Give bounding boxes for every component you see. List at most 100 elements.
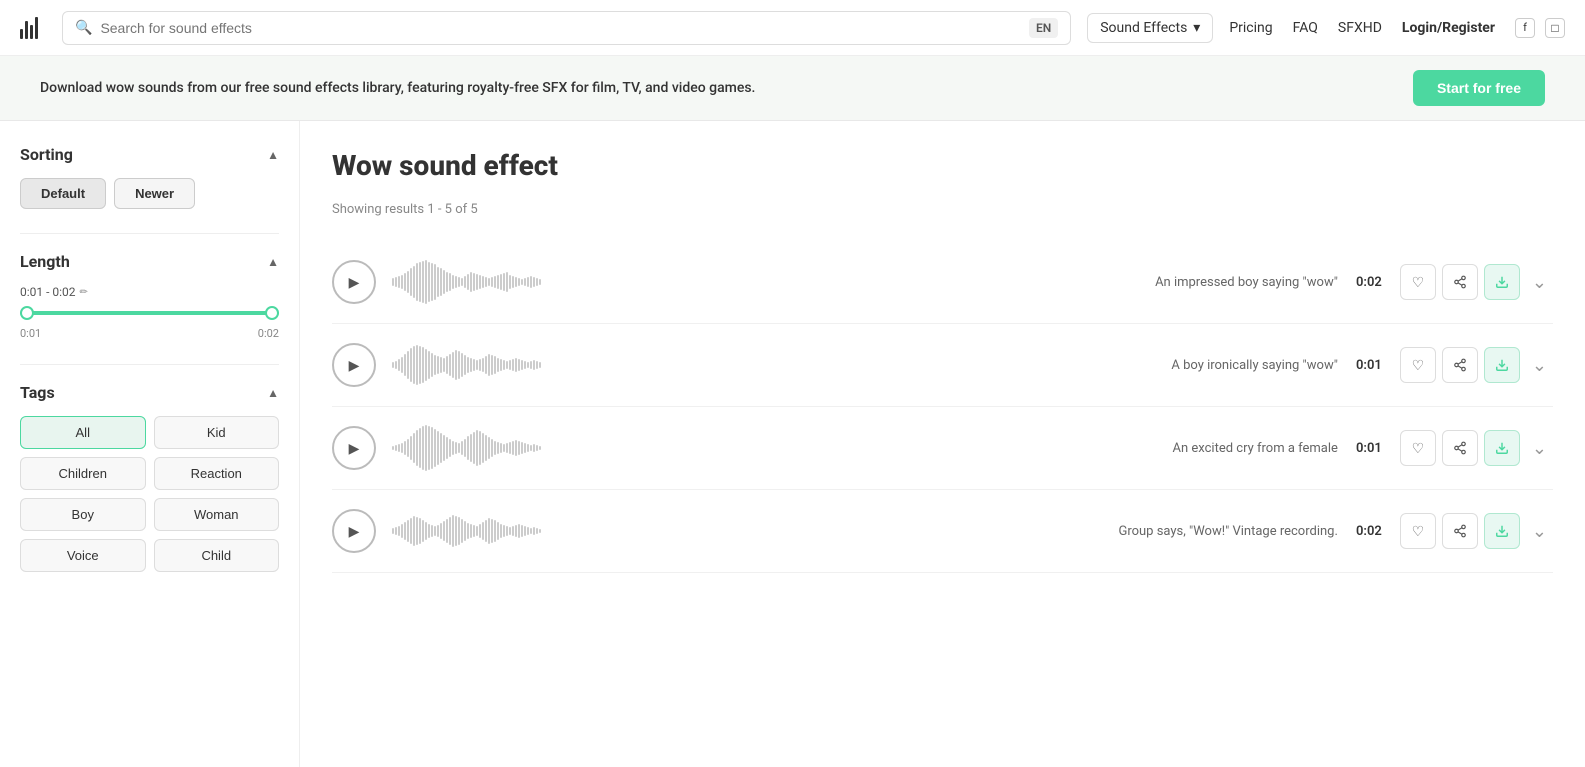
favorite-button-1[interactable]: ♡ (1400, 264, 1436, 300)
tag-voice-button[interactable]: Voice (20, 539, 146, 572)
nav-pricing[interactable]: Pricing (1229, 20, 1272, 36)
download-button-4[interactable] (1484, 513, 1520, 549)
banner-text: Download wow sounds from our free sound … (40, 80, 755, 96)
slider-labels: 0:01 0:02 (20, 327, 279, 340)
sound-duration-1: 0:02 (1354, 275, 1384, 290)
nav-links: Pricing FAQ SFXHD Login/Register f □ (1229, 18, 1565, 38)
play-button-3[interactable]: ▶ (332, 426, 376, 470)
waveform-4 (392, 506, 1102, 556)
action-buttons-2: ♡⌄ (1400, 347, 1553, 383)
sorting-chevron-icon: ▲ (267, 148, 279, 162)
sorting-title: Sorting (20, 145, 73, 164)
search-icon: 🔍 (75, 20, 92, 36)
share-button-2[interactable] (1442, 347, 1478, 383)
facebook-icon[interactable]: f (1515, 18, 1535, 38)
tag-reaction-button[interactable]: Reaction (154, 457, 280, 490)
favorite-button-3[interactable]: ♡ (1400, 430, 1436, 466)
sound-description-1: An impressed boy saying "wow" (1138, 275, 1338, 290)
slider-fill (20, 311, 279, 315)
slider-thumb-min[interactable] (20, 306, 34, 320)
length-slider[interactable] (20, 311, 279, 315)
sound-effects-label: Sound Effects (1100, 20, 1187, 36)
play-button-1[interactable]: ▶ (332, 260, 376, 304)
slider-max-label: 0:02 (258, 327, 279, 340)
action-buttons-3: ♡⌄ (1400, 430, 1553, 466)
sort-newer-button[interactable]: Newer (114, 178, 195, 209)
waveform-1 (392, 257, 1122, 307)
tag-kid-button[interactable]: Kid (154, 416, 280, 449)
social-icons: f □ (1515, 18, 1565, 38)
sort-buttons: Default Newer (20, 178, 279, 209)
content-area: Wow sound effect Showing results 1 - 5 o… (300, 121, 1585, 767)
nav-sfxhd[interactable]: SFXHD (1338, 20, 1382, 36)
length-header: Length ▲ (20, 252, 279, 271)
play-button-2[interactable]: ▶ (332, 343, 376, 387)
waveform-3 (392, 423, 1122, 473)
sound-item-3: ▶An excited cry from a female0:01♡⌄ (332, 407, 1553, 490)
sound-item-2: ▶A boy ironically saying "wow"0:01♡⌄ (332, 324, 1553, 407)
expand-button-3[interactable]: ⌄ (1526, 434, 1553, 463)
share-button-1[interactable] (1442, 264, 1478, 300)
tags-chevron-icon: ▲ (267, 386, 279, 400)
download-button-3[interactable] (1484, 430, 1520, 466)
sort-default-button[interactable]: Default (20, 178, 106, 209)
tags-title: Tags (20, 383, 55, 402)
header: 🔍 EN Sound Effects ▾ Pricing FAQ SFXHD L… (0, 0, 1585, 56)
main-layout: Sorting ▲ Default Newer Length ▲ 0:01 - … (0, 121, 1585, 767)
slider-thumb-max[interactable] (265, 306, 279, 320)
divider-length-tags (20, 364, 279, 365)
page-title: Wow sound effect (332, 149, 1553, 182)
tag-children-button[interactable]: Children (20, 457, 146, 490)
results-count: Showing results 1 - 5 of 5 (332, 202, 1553, 217)
sound-item-1: ▶An impressed boy saying "wow"0:02♡⌄ (332, 241, 1553, 324)
share-button-3[interactable] (1442, 430, 1478, 466)
edit-icon[interactable]: ✏ (80, 287, 88, 298)
tag-all-button[interactable]: All (20, 416, 146, 449)
share-button-4[interactable] (1442, 513, 1478, 549)
search-input[interactable] (100, 20, 1021, 36)
instagram-icon[interactable]: □ (1545, 18, 1565, 38)
banner: Download wow sounds from our free sound … (0, 56, 1585, 121)
sound-duration-4: 0:02 (1354, 524, 1384, 539)
sound-list: ▶An impressed boy saying "wow"0:02♡⌄▶A b… (332, 241, 1553, 573)
sorting-header: Sorting ▲ (20, 145, 279, 164)
tag-woman-button[interactable]: Woman (154, 498, 280, 531)
search-box: 🔍 EN (62, 11, 1071, 45)
chevron-down-icon: ▾ (1193, 20, 1200, 36)
expand-button-4[interactable]: ⌄ (1526, 517, 1553, 546)
slider-track (20, 311, 279, 315)
logo[interactable] (20, 17, 38, 39)
tags-section: Tags ▲ AllKidChildrenReactionBoyWomanVoi… (20, 383, 279, 572)
favorite-button-4[interactable]: ♡ (1400, 513, 1436, 549)
sorting-section: Sorting ▲ Default Newer (20, 145, 279, 209)
length-range-label: 0:01 - 0:02 ✏ (20, 285, 279, 299)
tag-boy-button[interactable]: Boy (20, 498, 146, 531)
tags-header: Tags ▲ (20, 383, 279, 402)
language-badge[interactable]: EN (1029, 18, 1058, 38)
length-title: Length (20, 252, 70, 271)
sound-duration-2: 0:01 (1354, 358, 1384, 373)
sound-duration-3: 0:01 (1354, 441, 1384, 456)
favorite-button-2[interactable]: ♡ (1400, 347, 1436, 383)
sound-description-3: An excited cry from a female (1138, 441, 1338, 456)
download-button-1[interactable] (1484, 264, 1520, 300)
start-free-button[interactable]: Start for free (1413, 70, 1545, 106)
nav-faq[interactable]: FAQ (1293, 20, 1318, 36)
play-button-4[interactable]: ▶ (332, 509, 376, 553)
sound-item-4: ▶Group says, "Wow!" Vintage recording.0:… (332, 490, 1553, 573)
length-section: Length ▲ 0:01 - 0:02 ✏ 0:01 0:02 (20, 252, 279, 340)
expand-button-1[interactable]: ⌄ (1526, 268, 1553, 297)
length-chevron-icon: ▲ (267, 255, 279, 269)
nav-login[interactable]: Login/Register (1402, 20, 1495, 36)
expand-button-2[interactable]: ⌄ (1526, 351, 1553, 380)
sound-effects-dropdown[interactable]: Sound Effects ▾ (1087, 13, 1213, 43)
sound-description-2: A boy ironically saying "wow" (1138, 358, 1338, 373)
action-buttons-4: ♡⌄ (1400, 513, 1553, 549)
tags-grid: AllKidChildrenReactionBoyWomanVoiceChild (20, 416, 279, 572)
action-buttons-1: ♡⌄ (1400, 264, 1553, 300)
download-button-2[interactable] (1484, 347, 1520, 383)
slider-min-label: 0:01 (20, 327, 41, 340)
divider-sorting-length (20, 233, 279, 234)
waveform-2 (392, 340, 1122, 390)
tag-child-button[interactable]: Child (154, 539, 280, 572)
